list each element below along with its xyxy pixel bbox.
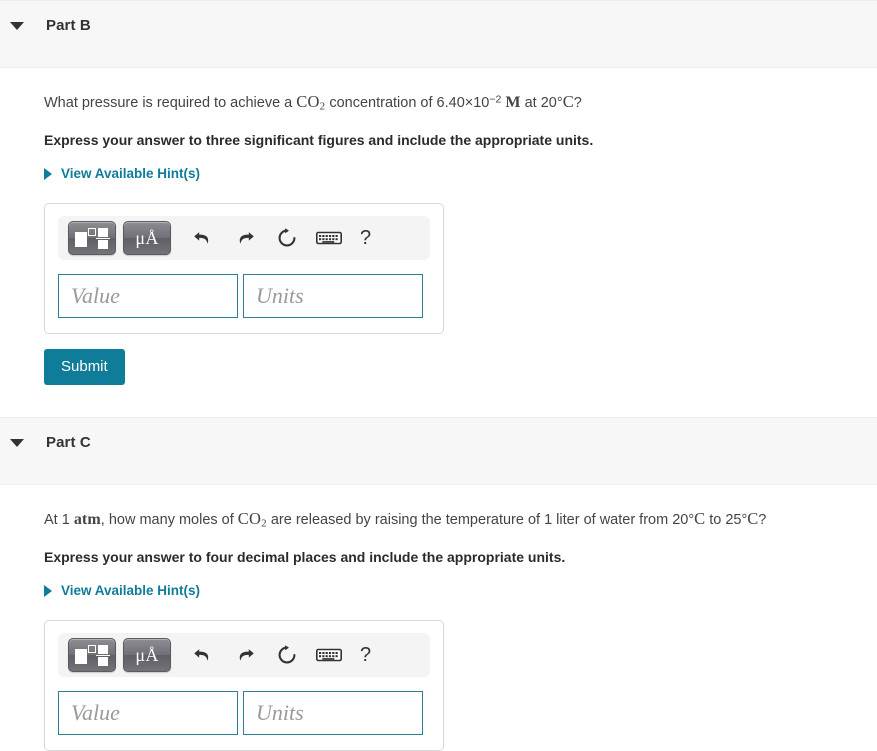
micro-angstrom-icon: μÅ bbox=[135, 644, 159, 665]
question-lead-c: At 1 bbox=[44, 511, 74, 528]
question-text-c: At 1 atm, how many moles of CO2 are rele… bbox=[44, 507, 877, 532]
answer-box-c: μÅ ? Value Units bbox=[44, 619, 444, 751]
help-button-b[interactable]: ? bbox=[360, 228, 371, 248]
chevron-down-icon[interactable] bbox=[10, 22, 24, 30]
scientific-notation-b: 6.40×10−2 bbox=[436, 93, 502, 111]
degree-symbol-c2: °C bbox=[741, 508, 759, 528]
question-mid-b: concentration of bbox=[325, 95, 437, 111]
molarity-unit-b: M bbox=[505, 94, 521, 111]
question-mid2-c: are released by raising the temperature … bbox=[266, 511, 689, 528]
instruction-text-b: Express your answer to three significant… bbox=[44, 132, 594, 149]
math-toolbar-c: μÅ ? bbox=[58, 632, 430, 677]
math-template-icon bbox=[75, 227, 110, 250]
undo-arrow-icon[interactable] bbox=[186, 645, 220, 665]
micro-angstrom-icon: μÅ bbox=[135, 227, 159, 248]
reset-circular-arrow-icon[interactable] bbox=[270, 227, 304, 249]
co2-formula-c: CO2 bbox=[237, 508, 267, 530]
help-button-c[interactable]: ? bbox=[360, 645, 371, 665]
degree-symbol-c1: °C bbox=[688, 508, 706, 528]
part-header-b[interactable]: Part B bbox=[0, 0, 877, 68]
value-placeholder-b: Value bbox=[71, 282, 120, 308]
chevron-down-icon[interactable] bbox=[10, 438, 24, 447]
redo-arrow-icon[interactable] bbox=[228, 228, 262, 248]
atm-unit-c: atm bbox=[73, 510, 101, 528]
view-hints-label-b: View Available Hint(s) bbox=[61, 166, 201, 182]
question-mid1-c: , how many moles of bbox=[100, 511, 238, 528]
view-hints-label-c: View Available Hint(s) bbox=[61, 583, 201, 599]
exercise-page: Part B What pressure is required to achi… bbox=[0, 0, 877, 751]
part-title-b: Part B bbox=[46, 17, 91, 34]
question-tail-b: at 20 bbox=[520, 95, 557, 111]
question-end-b: ? bbox=[573, 95, 582, 111]
value-input-c[interactable]: Value bbox=[58, 690, 238, 735]
keyboard-icon[interactable] bbox=[312, 230, 346, 246]
undo-arrow-icon[interactable] bbox=[186, 228, 220, 248]
view-hints-link-b[interactable]: View Available Hint(s) bbox=[44, 166, 200, 181]
triangle-right-icon bbox=[44, 584, 52, 597]
math-template-icon bbox=[75, 644, 110, 667]
co2-formula-b: CO2 bbox=[296, 92, 326, 113]
units-input-c[interactable]: Units bbox=[243, 690, 423, 735]
math-toolbar-b: μÅ ? bbox=[58, 215, 430, 260]
keyboard-icon[interactable] bbox=[312, 647, 346, 663]
part-title-c: Part C bbox=[46, 433, 91, 451]
value-placeholder-c: Value bbox=[71, 699, 120, 725]
view-hints-link-c[interactable]: View Available Hint(s) bbox=[44, 583, 200, 598]
redo-arrow-icon[interactable] bbox=[228, 645, 262, 665]
math-template-button-c[interactable] bbox=[68, 637, 116, 672]
part-body-b: What pressure is required to achieve a C… bbox=[0, 90, 877, 385]
degree-symbol-b: °C bbox=[556, 92, 574, 111]
answer-fields-b: Value Units bbox=[58, 273, 430, 318]
question-text-b: What pressure is required to achieve a C… bbox=[44, 90, 877, 115]
part-header-c[interactable]: Part C bbox=[0, 416, 877, 485]
triangle-right-icon bbox=[44, 167, 52, 180]
units-button-c[interactable]: μÅ bbox=[123, 637, 171, 672]
value-input-b[interactable]: Value bbox=[58, 273, 238, 318]
answer-box-b: μÅ ? Value Units bbox=[44, 202, 444, 334]
part-body-c: At 1 atm, how many moles of CO2 are rele… bbox=[0, 507, 877, 751]
units-button-b[interactable]: μÅ bbox=[123, 220, 171, 255]
math-template-button-b[interactable] bbox=[68, 220, 116, 255]
reset-circular-arrow-icon[interactable] bbox=[270, 644, 304, 666]
instruction-text-c: Express your answer to four decimal plac… bbox=[44, 549, 566, 566]
question-lead-b: What pressure is required to achieve a bbox=[44, 95, 297, 111]
units-placeholder-c: Units bbox=[256, 699, 304, 725]
submit-button-b[interactable]: Submit bbox=[44, 348, 125, 385]
units-input-b[interactable]: Units bbox=[243, 273, 423, 318]
answer-fields-c: Value Units bbox=[58, 690, 430, 735]
question-end-c: ? bbox=[758, 511, 767, 528]
units-placeholder-b: Units bbox=[256, 282, 304, 308]
question-mid3-c: to 25 bbox=[705, 511, 742, 528]
